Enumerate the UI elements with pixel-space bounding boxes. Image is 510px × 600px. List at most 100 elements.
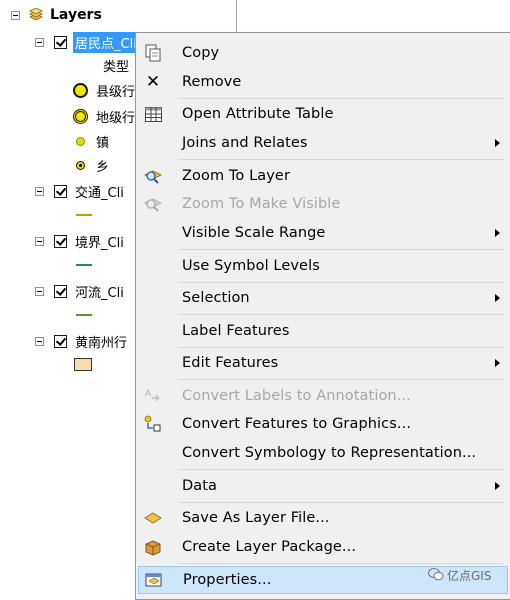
collapse-layer-1-icon[interactable] (35, 37, 44, 47)
menu-joins-and-relates-label: Joins and Relates (182, 135, 308, 151)
menu-visible-scale-range[interactable]: Visible Scale Range (138, 220, 508, 246)
layers-stack-icon (28, 7, 44, 22)
menu-data-label: Data (182, 478, 218, 494)
submenu-arrow-icon (495, 482, 500, 490)
legend-item-1: 县级行 (73, 80, 135, 100)
menu-convert-symbology-to-representation[interactable]: Convert Symbology to Representation... (138, 440, 508, 466)
menu-save-as-layer-file[interactable]: Save As Layer File... (138, 505, 508, 531)
wechat-icon (428, 567, 444, 584)
menu-zoom-to-layer[interactable]: Zoom To Layer (138, 163, 508, 189)
menu-data[interactable]: Data (138, 473, 508, 499)
legend-item-1-label: 县级行 (96, 84, 136, 100)
menu-copy[interactable]: Copy (138, 40, 508, 66)
legend-heading-label: 类型 (103, 59, 130, 75)
county-symbol-icon (73, 82, 88, 98)
menu-open-attribute-table[interactable]: Open Attribute Table (138, 101, 508, 127)
menu-edit-features[interactable]: Edit Features (138, 350, 508, 376)
menu-convert-features-to-graphics-label: Convert Features to Graphics... (182, 416, 412, 432)
layer-row-2[interactable]: 交通_Cli (35, 181, 126, 201)
submenu-arrow-icon (495, 229, 500, 237)
convert-graphics-icon (144, 415, 162, 433)
menu-save-as-layer-file-label: Save As Layer File... (182, 510, 330, 526)
layer-1-name[interactable]: 居民点_Cli (73, 31, 139, 53)
watermark-text: 亿点GIS (447, 569, 492, 583)
menu-zoom-to-make-visible[interactable]: Zoom To Make Visible (138, 191, 508, 217)
legend-heading: 类型 (103, 55, 129, 75)
menu-separator (178, 502, 504, 503)
menu-use-symbol-levels-label: Use Symbol Levels (182, 258, 320, 274)
menu-open-attribute-table-label: Open Attribute Table (182, 106, 334, 122)
table-icon (144, 105, 162, 123)
menu-separator (178, 469, 504, 470)
layers-root-row[interactable]: Layers (11, 5, 102, 25)
menu-properties-label: Properties... (183, 572, 272, 588)
menu-separator (178, 379, 504, 380)
zoom-layer-icon (144, 167, 162, 185)
menu-create-layer-package[interactable]: Create Layer Package... (138, 534, 508, 560)
menu-convert-features-to-graphics[interactable]: Convert Features to Graphics... (138, 411, 508, 437)
collapse-layer-4-icon[interactable] (35, 286, 44, 296)
menu-separator (178, 347, 504, 348)
layer-4-name[interactable]: 河流_Cli (73, 281, 126, 302)
layer-2-line-symbol (76, 214, 92, 216)
collapse-layer-5-icon[interactable] (35, 336, 44, 346)
layer-3-line-symbol (76, 264, 92, 266)
layer-3-visibility-checkbox[interactable] (54, 234, 67, 248)
menu-selection[interactable]: Selection (138, 285, 508, 311)
layer-row-4[interactable]: 河流_Cli (35, 281, 126, 301)
layer-3-name[interactable]: 境界_Cli (73, 231, 126, 252)
layer-5-name[interactable]: 黄南州行 (73, 331, 129, 352)
collapse-layer-2-icon[interactable] (35, 186, 44, 196)
convert-labels-icon: A (144, 387, 162, 405)
menu-edit-features-label: Edit Features (182, 355, 279, 371)
menu-visible-scale-range-label: Visible Scale Range (182, 225, 326, 241)
menu-separator (178, 249, 504, 250)
menu-zoom-to-layer-label: Zoom To Layer (182, 168, 291, 184)
collapse-layer-3-icon[interactable] (35, 236, 44, 246)
menu-zoom-to-make-visible-label: Zoom To Make Visible (182, 196, 341, 212)
layers-root-label: Layers (50, 7, 102, 23)
svg-text:A: A (145, 389, 152, 399)
menu-use-symbol-levels[interactable]: Use Symbol Levels (138, 253, 508, 279)
layer-file-icon (144, 509, 162, 527)
layer-2-name[interactable]: 交通_Cli (73, 181, 126, 202)
layer-4-line-symbol (76, 314, 92, 316)
collapse-layers-icon[interactable] (11, 10, 20, 20)
layer-1-visibility-checkbox[interactable] (54, 35, 67, 49)
legend-item-2: 地级行 (73, 106, 135, 126)
menu-remove-label: Remove (182, 74, 242, 90)
menu-separator (178, 314, 504, 315)
layer-2-visibility-checkbox[interactable] (54, 184, 67, 198)
layer-4-visibility-checkbox[interactable] (54, 284, 67, 298)
layer-package-icon (144, 538, 162, 556)
menu-create-layer-package-label: Create Layer Package... (182, 539, 357, 555)
menu-separator (178, 159, 504, 160)
layer-row-5[interactable]: 黄南州行 (35, 331, 129, 351)
zoom-visible-icon (144, 195, 162, 213)
layer-row-1[interactable]: 居民点_Cli (35, 31, 139, 53)
layer-5-fill-symbol (74, 358, 92, 371)
copy-icon (144, 44, 162, 62)
prefecture-symbol-icon (73, 108, 88, 124)
township-symbol-icon (76, 160, 85, 170)
layer-row-3[interactable]: 境界_Cli (35, 231, 126, 251)
legend-item-2-label: 地级行 (96, 110, 136, 126)
layer-context-menu: Copy ✕ Remove Open Attribute Table Joins… (135, 32, 510, 600)
menu-selection-label: Selection (182, 290, 250, 306)
layer-5-visibility-checkbox[interactable] (54, 334, 67, 348)
remove-x-icon: ✕ (145, 72, 161, 92)
menu-remove[interactable]: ✕ Remove (138, 69, 508, 95)
menu-label-features[interactable]: Label Features (138, 318, 508, 344)
watermark: 亿点GIS (428, 567, 491, 584)
properties-icon (145, 571, 163, 589)
submenu-arrow-icon (495, 139, 500, 147)
menu-label-features-label: Label Features (182, 323, 290, 339)
menu-joins-and-relates[interactable]: Joins and Relates (138, 130, 508, 156)
legend-item-3: 镇 (76, 131, 109, 151)
town-symbol-icon (76, 136, 85, 146)
legend-item-4-label: 乡 (96, 159, 110, 175)
menu-copy-label: Copy (182, 45, 220, 61)
submenu-arrow-icon (495, 359, 500, 367)
menu-convert-labels-to-annotation[interactable]: A Convert Labels to Annotation... (138, 383, 508, 409)
legend-item-3-label: 镇 (96, 135, 110, 151)
